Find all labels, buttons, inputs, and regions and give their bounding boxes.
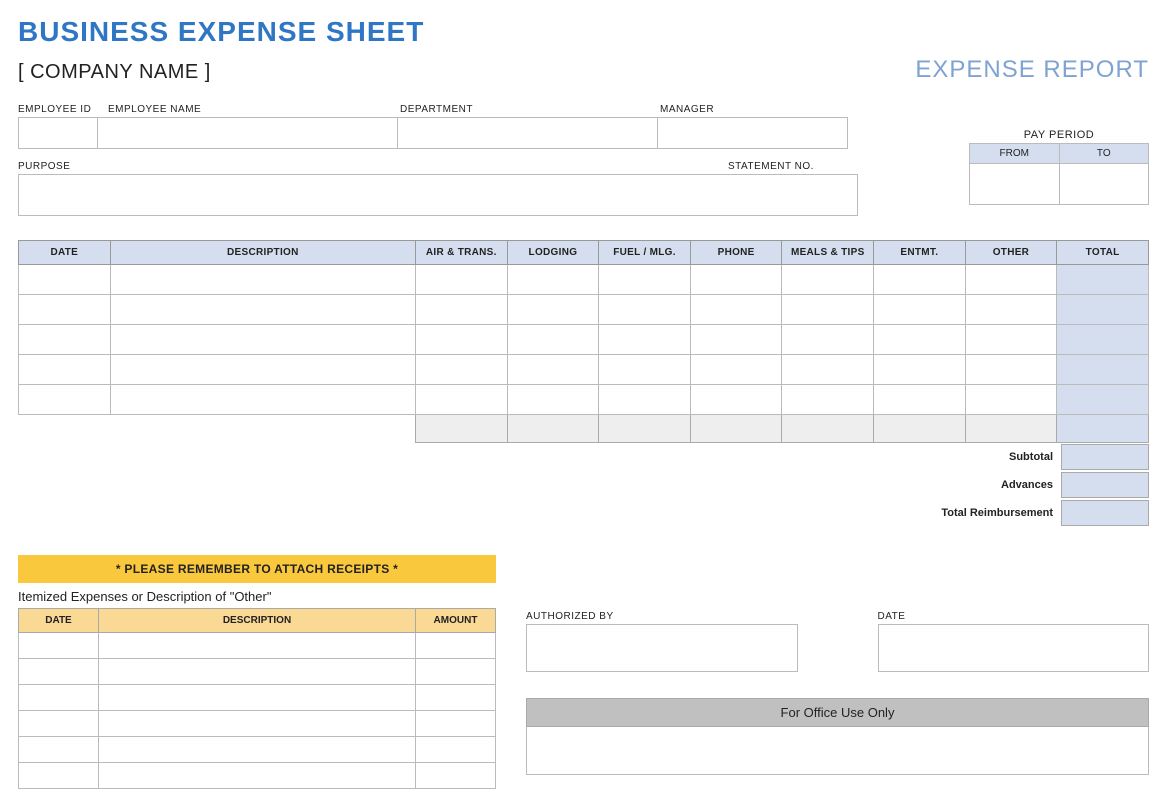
sheet-title: BUSINESS EXPENSE SHEET bbox=[18, 16, 1149, 48]
advances-value[interactable] bbox=[1061, 472, 1149, 498]
subtotal-value bbox=[1061, 444, 1149, 470]
list-item[interactable] bbox=[19, 685, 496, 711]
reimbursement-value bbox=[1061, 500, 1149, 526]
pay-period-to-header: TO bbox=[1060, 144, 1149, 163]
reimbursement-label: Total Reimbursement bbox=[941, 507, 1061, 519]
th-entmt: ENTMT. bbox=[874, 241, 966, 265]
th-date: DATE bbox=[19, 241, 111, 265]
department-input[interactable] bbox=[398, 117, 658, 149]
th-fuel: FUEL / MLG. bbox=[599, 241, 691, 265]
receipts-reminder: * PLEASE REMEMBER TO ATTACH RECEIPTS * bbox=[18, 555, 496, 583]
employee-id-label: EMPLOYEE ID bbox=[18, 104, 98, 115]
manager-label: MANAGER bbox=[658, 104, 848, 115]
advances-label: Advances bbox=[1001, 479, 1061, 491]
list-item[interactable] bbox=[19, 659, 496, 685]
employee-name-label: EMPLOYEE NAME bbox=[98, 104, 398, 115]
th-other: OTHER bbox=[965, 241, 1057, 265]
th-lodging: LODGING bbox=[507, 241, 599, 265]
pay-period-to-input[interactable] bbox=[1060, 164, 1149, 204]
purpose-input[interactable] bbox=[18, 174, 858, 216]
pay-period-from-header: FROM bbox=[970, 144, 1060, 163]
th-air: AIR & TRANS. bbox=[416, 241, 508, 265]
itemized-title: Itemized Expenses or Description of "Oth… bbox=[18, 589, 496, 604]
expense-report-label: EXPENSE REPORT bbox=[915, 56, 1149, 84]
auth-date-label: DATE bbox=[878, 611, 1150, 622]
th-total: TOTAL bbox=[1057, 241, 1149, 265]
pay-period-title: PAY PERIOD bbox=[969, 129, 1149, 141]
th-description: DESCRIPTION bbox=[110, 241, 415, 265]
department-label: DEPARTMENT bbox=[398, 104, 658, 115]
table-row[interactable] bbox=[19, 265, 1149, 295]
manager-input[interactable] bbox=[658, 117, 848, 149]
pay-period-from-input[interactable] bbox=[970, 164, 1060, 204]
company-name-placeholder: [ COMPANY NAME ] bbox=[18, 61, 211, 84]
list-item[interactable] bbox=[19, 737, 496, 763]
office-use-input[interactable] bbox=[526, 727, 1149, 775]
it-th-date: DATE bbox=[19, 609, 99, 633]
it-th-amount: AMOUNT bbox=[416, 609, 496, 633]
sum-row bbox=[19, 415, 1149, 443]
table-row[interactable] bbox=[19, 295, 1149, 325]
th-meals: MEALS & TIPS bbox=[782, 241, 874, 265]
authorized-by-label: AUTHORIZED BY bbox=[526, 611, 798, 622]
statement-no-label: STATEMENT NO. bbox=[728, 161, 858, 172]
table-row[interactable] bbox=[19, 385, 1149, 415]
list-item[interactable] bbox=[19, 711, 496, 737]
table-row[interactable] bbox=[19, 355, 1149, 385]
authorized-by-input[interactable] bbox=[526, 624, 798, 672]
list-item[interactable] bbox=[19, 633, 496, 659]
auth-date-input[interactable] bbox=[878, 624, 1150, 672]
table-row[interactable] bbox=[19, 325, 1149, 355]
expense-table: DATE DESCRIPTION AIR & TRANS. LODGING FU… bbox=[18, 240, 1149, 443]
office-use-header: For Office Use Only bbox=[526, 698, 1149, 727]
employee-id-input[interactable] bbox=[18, 117, 98, 149]
subtotal-label: Subtotal bbox=[1009, 451, 1061, 463]
employee-name-input[interactable] bbox=[98, 117, 398, 149]
itemized-table: DATE DESCRIPTION AMOUNT bbox=[18, 608, 496, 789]
th-phone: PHONE bbox=[690, 241, 782, 265]
it-th-desc: DESCRIPTION bbox=[99, 609, 416, 633]
purpose-label: PURPOSE bbox=[18, 161, 728, 172]
